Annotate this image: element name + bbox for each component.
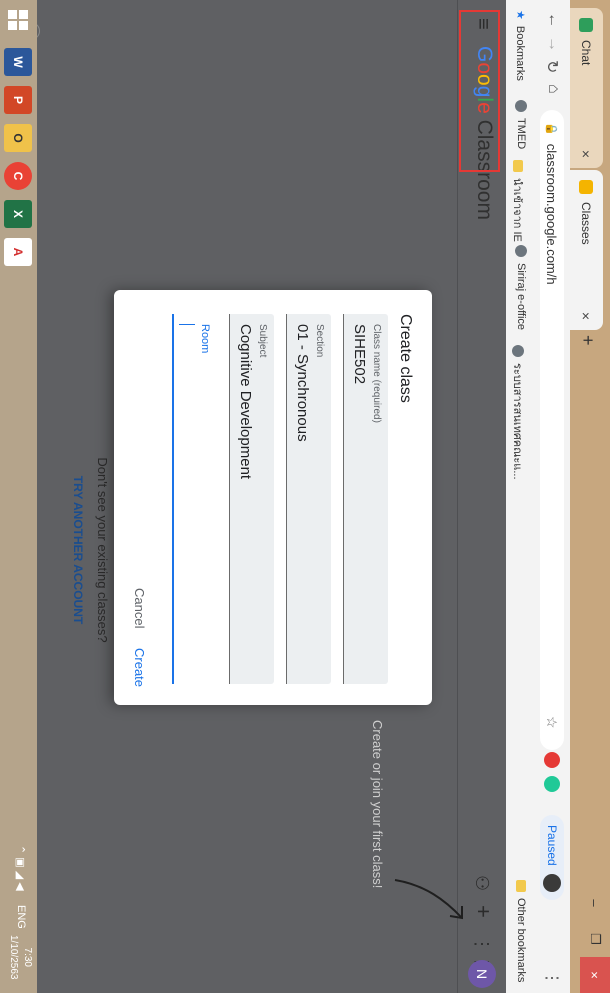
bookmark-label: Siriraj e-office bbox=[515, 263, 527, 331]
add-class-icon[interactable]: + bbox=[470, 905, 496, 918]
class-name-field[interactable]: Class name (required) SIHE502 bbox=[343, 314, 388, 684]
bookmark-label: Bookmarks bbox=[514, 25, 527, 81]
classroom-icon bbox=[579, 180, 594, 194]
grammarly-extension-icon[interactable] bbox=[544, 776, 560, 792]
bookmark-label: TMED bbox=[515, 118, 527, 150]
browser-menu-icon[interactable]: ⋮ bbox=[542, 970, 562, 986]
acrobat-app-icon[interactable]: A bbox=[4, 238, 32, 266]
folder-icon bbox=[516, 880, 526, 892]
browser-titlebar: Chat × Classes × + – ❐ × bbox=[570, 0, 610, 993]
avatar[interactable]: N bbox=[468, 960, 496, 988]
bookmark-siriraj[interactable]: Siriraj e-office bbox=[515, 245, 527, 330]
tray-icons[interactable]: ⌃ ▣ ◢ ◀ bbox=[14, 845, 27, 891]
home-icon[interactable]: ⌂ bbox=[544, 84, 562, 94]
classroom-header: ≡ Google Classroom ⚇ + ⋮⋮⋮ N bbox=[457, 0, 506, 993]
chrome-app-icon[interactable]: C bbox=[4, 162, 32, 190]
windows-start-icon[interactable] bbox=[8, 10, 28, 30]
minimize-button[interactable]: – bbox=[580, 885, 610, 921]
field-value: 01 - Synchronous bbox=[294, 324, 311, 442]
field-label: Room bbox=[199, 324, 211, 354]
bookmark-other[interactable]: Other bookmarks bbox=[515, 880, 527, 982]
excel-app-icon[interactable]: X bbox=[4, 200, 32, 228]
clock[interactable]: 7:30 1/10/2563 bbox=[6, 935, 34, 980]
clock-date: 1/10/2563 bbox=[8, 935, 19, 980]
screen: Chat × Classes × + – ❐ × ← → ↻ ⌂ 🔒 class… bbox=[0, 0, 610, 993]
globe-icon bbox=[515, 245, 527, 257]
bookmark-star-icon[interactable]: ☆ bbox=[543, 716, 560, 729]
field-value: SIHE502 bbox=[351, 324, 368, 385]
empty-state-prompt: Create or join your first class! bbox=[370, 720, 385, 889]
room-field[interactable]: Room bbox=[172, 314, 217, 684]
lock-icon: 🔒 bbox=[545, 122, 558, 136]
text-caret bbox=[179, 324, 195, 325]
chat-icon bbox=[579, 18, 594, 32]
create-class-dialog: Create class Class name (required) SIHE5… bbox=[114, 290, 432, 705]
word-app-icon[interactable]: W bbox=[4, 48, 32, 76]
globe-icon bbox=[515, 100, 527, 112]
bookmark-ie-import[interactable]: นำเข้าจาก IE bbox=[509, 160, 527, 242]
field-label: Subject bbox=[257, 324, 268, 358]
create-button[interactable]: Create bbox=[132, 648, 147, 687]
profile-button[interactable]: Paused bbox=[540, 815, 564, 900]
bookmark-label: ระบบสารสนเทศคณะแ... bbox=[511, 363, 523, 480]
browser-toolbar: ← → ↻ ⌂ 🔒 classroom.google.com/h ☆ Pause… bbox=[534, 0, 570, 993]
opera-extension-icon[interactable] bbox=[544, 752, 560, 768]
section-field[interactable]: Section 01 - Synchronous bbox=[286, 314, 331, 684]
field-value: Cognitive Development bbox=[237, 324, 254, 480]
tab-classes[interactable]: Classes × bbox=[570, 170, 603, 330]
field-label: Section bbox=[314, 324, 325, 358]
bookmarks-bar: ★ Bookmarks TMED นำเข้าจาก IE Siriraj e-… bbox=[505, 0, 534, 993]
folder-icon bbox=[513, 160, 523, 172]
url-text: classroom.google.com/h bbox=[544, 143, 560, 285]
bookmark-bookmarks[interactable]: ★ Bookmarks bbox=[514, 10, 527, 81]
field-label: Class name (required) bbox=[371, 324, 382, 423]
dialog-title: Create class bbox=[397, 314, 414, 403]
bookmark-label: นำเข้าจาก IE bbox=[511, 178, 523, 242]
restore-button[interactable]: ❐ bbox=[580, 921, 610, 957]
try-another-account-link[interactable]: TRY ANOTHER ACCOUNT bbox=[71, 400, 85, 700]
language-indicator[interactable]: ENG bbox=[15, 905, 27, 929]
profile-status: Paused bbox=[545, 825, 559, 866]
close-icon[interactable]: × bbox=[579, 312, 595, 320]
address-bar[interactable]: 🔒 classroom.google.com/h bbox=[540, 110, 564, 750]
tab-chat[interactable]: Chat × bbox=[570, 8, 603, 168]
profile-avatar bbox=[543, 873, 561, 892]
subject-field[interactable]: Subject Cognitive Development bbox=[229, 314, 274, 684]
gift-icon[interactable]: ⚇ bbox=[471, 875, 492, 891]
taskbar: W P O C X A ⌃ ▣ ◢ ◀ ENG 7:30 1/10/2563 bbox=[0, 0, 37, 993]
files-app-icon[interactable]: O bbox=[4, 124, 32, 152]
forward-icon[interactable]: → bbox=[544, 36, 562, 52]
powerpoint-app-icon[interactable]: P bbox=[4, 86, 32, 114]
clock-time: 7:30 bbox=[22, 947, 33, 967]
back-icon[interactable]: ← bbox=[544, 12, 562, 28]
new-tab-button[interactable]: + bbox=[577, 335, 598, 346]
bookmark-label: Other bookmarks bbox=[515, 898, 527, 983]
globe-icon bbox=[512, 345, 524, 357]
close-icon[interactable]: × bbox=[579, 150, 595, 158]
window-close-button[interactable]: × bbox=[580, 957, 610, 993]
cancel-button[interactable]: Cancel bbox=[132, 588, 147, 628]
tab-chat-title: Chat bbox=[579, 40, 594, 66]
existing-classes-text: Don't see your existing classes? bbox=[95, 457, 110, 643]
star-icon: ★ bbox=[514, 10, 526, 20]
reload-icon[interactable]: ↻ bbox=[542, 60, 562, 73]
bookmark-tmed[interactable]: TMED bbox=[515, 100, 527, 149]
tab-classes-title: Classes bbox=[579, 202, 594, 245]
pointer-arrow-icon bbox=[394, 879, 463, 920]
bookmark-thai[interactable]: ระบบสารสนเทศคณะแ... bbox=[509, 345, 527, 480]
logo-highlight-box bbox=[459, 10, 500, 172]
